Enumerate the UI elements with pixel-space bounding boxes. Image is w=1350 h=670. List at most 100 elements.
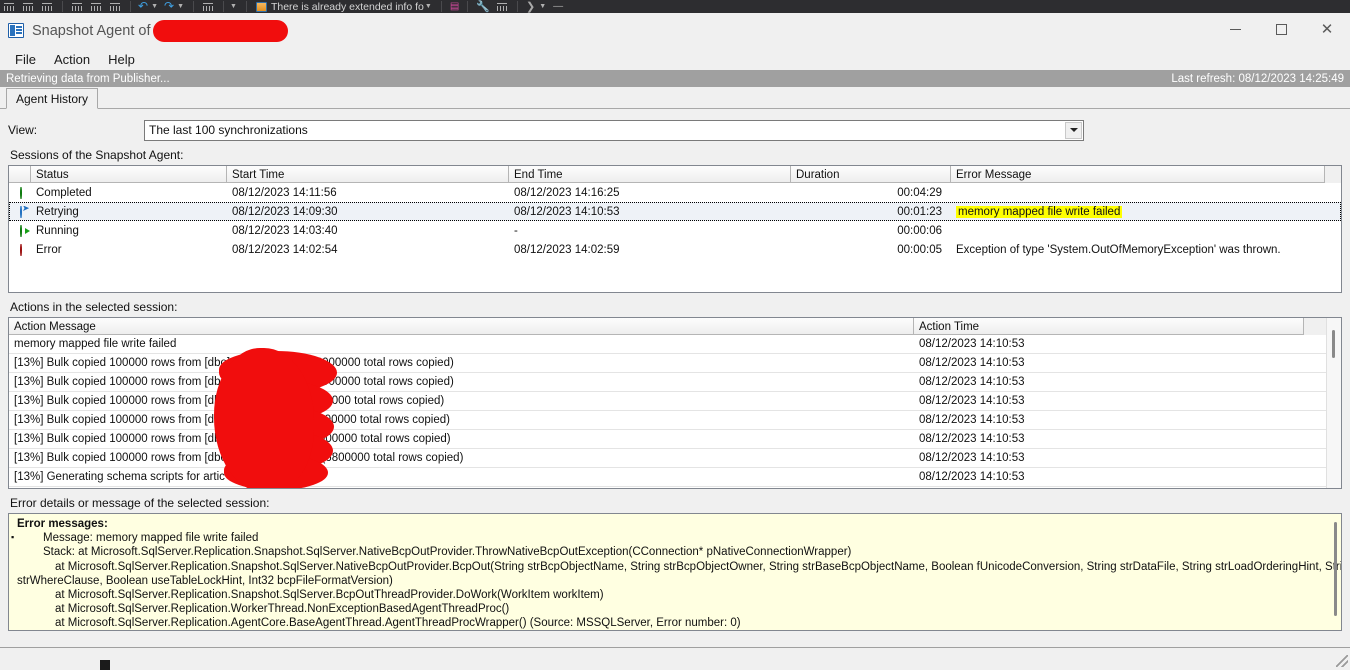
- cell-action-message: [13%] Generating schema scripts for arti…: [9, 471, 914, 483]
- chevron-down-icon[interactable]: ▼: [538, 3, 550, 10]
- list-item[interactable]: [13%] Bulk copied 100000 rows from [dbo]…: [9, 411, 1341, 430]
- error-line: at Microsoft.SqlServer.Replication.Worke…: [17, 602, 1335, 616]
- tab-agent-history[interactable]: Agent History: [6, 88, 98, 109]
- new-query-icon[interactable]: [3, 1, 16, 12]
- column-header-end-time[interactable]: End Time: [509, 166, 791, 183]
- menu-item-action[interactable]: Action: [45, 50, 99, 69]
- column-header-status[interactable]: Status: [31, 166, 227, 183]
- list-item[interactable]: [13%] Bulk copied 100000 rows from [dbo]…: [9, 392, 1341, 411]
- new-query-icon[interactable]: [41, 1, 54, 12]
- cell-status: Retrying: [31, 206, 227, 218]
- column-header-icon[interactable]: [9, 166, 31, 183]
- debug-icon[interactable]: [202, 1, 215, 12]
- chevron-down-icon[interactable]: [1065, 122, 1082, 139]
- toolbar-divider: [467, 1, 468, 12]
- paste-icon[interactable]: [109, 1, 122, 12]
- toolbar-divider: [62, 1, 63, 12]
- view-dropdown-value: The last 100 synchronizations: [149, 123, 308, 137]
- cell-duration: 00:04:29: [791, 187, 951, 199]
- minimize-icon[interactable]: —: [550, 1, 566, 12]
- cell-end-time: 08/12/2023 14:16:25: [509, 187, 791, 199]
- error-details-panel[interactable]: Error messages: Message: memory mapped f…: [8, 513, 1342, 631]
- cell-end-time: 08/12/2023 14:10:53: [509, 206, 791, 218]
- error-line: at Microsoft.SqlServer.Replication.Snaps…: [17, 560, 1335, 574]
- status-error-icon: [20, 244, 22, 256]
- ssms-toolbar-message: There is already extended info fo: [271, 1, 424, 13]
- menu-item-help[interactable]: Help: [99, 50, 144, 69]
- menu-item-file[interactable]: File: [6, 50, 45, 69]
- minimize-button[interactable]: [1212, 13, 1258, 45]
- error-line: Message: memory mapped file write failed: [17, 531, 1335, 545]
- column-header-duration[interactable]: Duration: [791, 166, 951, 183]
- column-header-action-message[interactable]: Action Message: [9, 318, 914, 335]
- cut-icon[interactable]: [71, 1, 84, 12]
- maximize-button[interactable]: [1258, 13, 1304, 45]
- list-item[interactable]: [13%] Bulk copied 100000 rows from [dbo]…: [9, 354, 1341, 373]
- console-icon[interactable]: ❯: [523, 0, 538, 13]
- error-line: Stack: at Microsoft.SqlServer.Replicatio…: [17, 545, 1335, 559]
- view-row: View: The last 100 synchronizations: [8, 115, 1342, 145]
- status-cell-icon: [9, 206, 31, 218]
- ssms-toolbar-group-left: ↶ ▼ ↷ ▼ ▼ There is already extended info…: [0, 0, 566, 13]
- cell-action-time: 08/12/2023 14:10:53: [914, 338, 1304, 350]
- cell-start-time: 08/12/2023 14:03:40: [227, 225, 509, 237]
- cell-status: Running: [31, 225, 227, 237]
- status-running-icon: [20, 225, 22, 237]
- chevron-down-icon[interactable]: ▼: [424, 3, 436, 10]
- actions-table[interactable]: Action Message Action Time memory mapped…: [8, 317, 1342, 489]
- main-content: View: The last 100 synchronizations Sess…: [0, 115, 1350, 631]
- chevron-down-icon[interactable]: ▼: [150, 3, 162, 10]
- ssms-toolbar-strip: ↶ ▼ ↷ ▼ ▼ There is already extended info…: [0, 0, 1350, 13]
- cell-action-time: 08/12/2023 14:10:53: [914, 414, 1304, 426]
- table-row[interactable]: Retrying 08/12/2023 14:09:30 08/12/2023 …: [9, 202, 1341, 221]
- redaction-mark: [153, 20, 288, 42]
- redaction-mark: [214, 348, 314, 489]
- error-line: strWhereClause, Boolean useTableLockHint…: [17, 574, 1335, 588]
- cell-action-message: [13%] Bulk copied 100000 rows from [dbo]…: [9, 414, 914, 426]
- chevron-down-icon[interactable]: ▼: [176, 3, 188, 10]
- table-row[interactable]: Running 08/12/2023 14:03:40 - 00:00:06: [9, 221, 1341, 240]
- copy-icon[interactable]: [90, 1, 103, 12]
- column-header-error-message[interactable]: Error Message: [951, 166, 1325, 183]
- wrench-icon[interactable]: 🔧: [473, 0, 493, 13]
- status-strip: Retrieving data from Publisher... Last r…: [0, 70, 1350, 87]
- view-dropdown[interactable]: The last 100 synchronizations: [144, 120, 1084, 141]
- grid-icon[interactable]: [496, 1, 509, 12]
- toolbar-divider: [130, 1, 131, 12]
- list-item[interactable]: [13%] Bulk copied 100000 rows from [dbo]…: [9, 449, 1341, 468]
- list-item[interactable]: [13%] Bulk copied 100000 rows from [dbo …: [9, 373, 1341, 392]
- undo-icon[interactable]: ↶: [136, 1, 150, 12]
- new-query-icon[interactable]: [22, 1, 35, 12]
- cell-action-message: [13%] Bulk copied 100000 rows from [dbo]…: [9, 452, 914, 464]
- cell-action-time: 08/12/2023 14:10:53: [914, 357, 1304, 369]
- list-item[interactable]: memory mapped file write failed 08/12/20…: [9, 335, 1341, 354]
- status-cell-icon: [9, 225, 31, 237]
- error-heading: Error messages:: [17, 517, 1335, 531]
- actions-scrollbar-thumb[interactable]: [1332, 330, 1335, 358]
- chevron-down-icon[interactable]: ▼: [229, 3, 241, 10]
- cell-start-time: 08/12/2023 14:02:54: [227, 244, 509, 256]
- bookmark-icon[interactable]: [256, 2, 267, 12]
- actions-scrollbar[interactable]: [1326, 318, 1341, 488]
- cell-action-message: memory mapped file write failed: [9, 338, 914, 350]
- sessions-table[interactable]: Status Start Time End Time Duration Erro…: [8, 165, 1342, 293]
- close-button[interactable]: ✕: [1304, 13, 1350, 45]
- cell-duration: 00:00:06: [791, 225, 951, 237]
- list-item[interactable]: [13%] Bulk copied 100000 rows from [dbo]…: [9, 430, 1341, 449]
- table-row[interactable]: Completed 08/12/2023 14:11:56 08/12/2023…: [9, 183, 1341, 202]
- cell-status: Completed: [31, 187, 227, 199]
- table-row[interactable]: Error 08/12/2023 14:02:54 08/12/2023 14:…: [9, 240, 1341, 259]
- magenta-db-icon[interactable]: ▤: [447, 1, 462, 12]
- resize-grip[interactable]: [1336, 655, 1348, 667]
- sessions-label: Sessions of the Snapshot Agent:: [10, 148, 1342, 162]
- toolbar-divider: [223, 1, 224, 12]
- title-bar: Snapshot Agent of ✕: [0, 13, 1350, 48]
- list-item[interactable]: [13%] Generating schema scripts for arti…: [9, 468, 1341, 487]
- cell-start-time: 08/12/2023 14:11:56: [227, 187, 509, 199]
- redo-icon[interactable]: ↷: [162, 1, 176, 12]
- snapshot-agent-window: Snapshot Agent of ✕ File Action Help Ret…: [0, 13, 1350, 669]
- column-header-start-time[interactable]: Start Time: [227, 166, 509, 183]
- cell-error-message: memory mapped file write failed: [951, 206, 1325, 218]
- cell-action-message: [13%] Bulk copied 100000 rows from [dbo …: [9, 376, 914, 388]
- column-header-action-time[interactable]: Action Time: [914, 318, 1304, 335]
